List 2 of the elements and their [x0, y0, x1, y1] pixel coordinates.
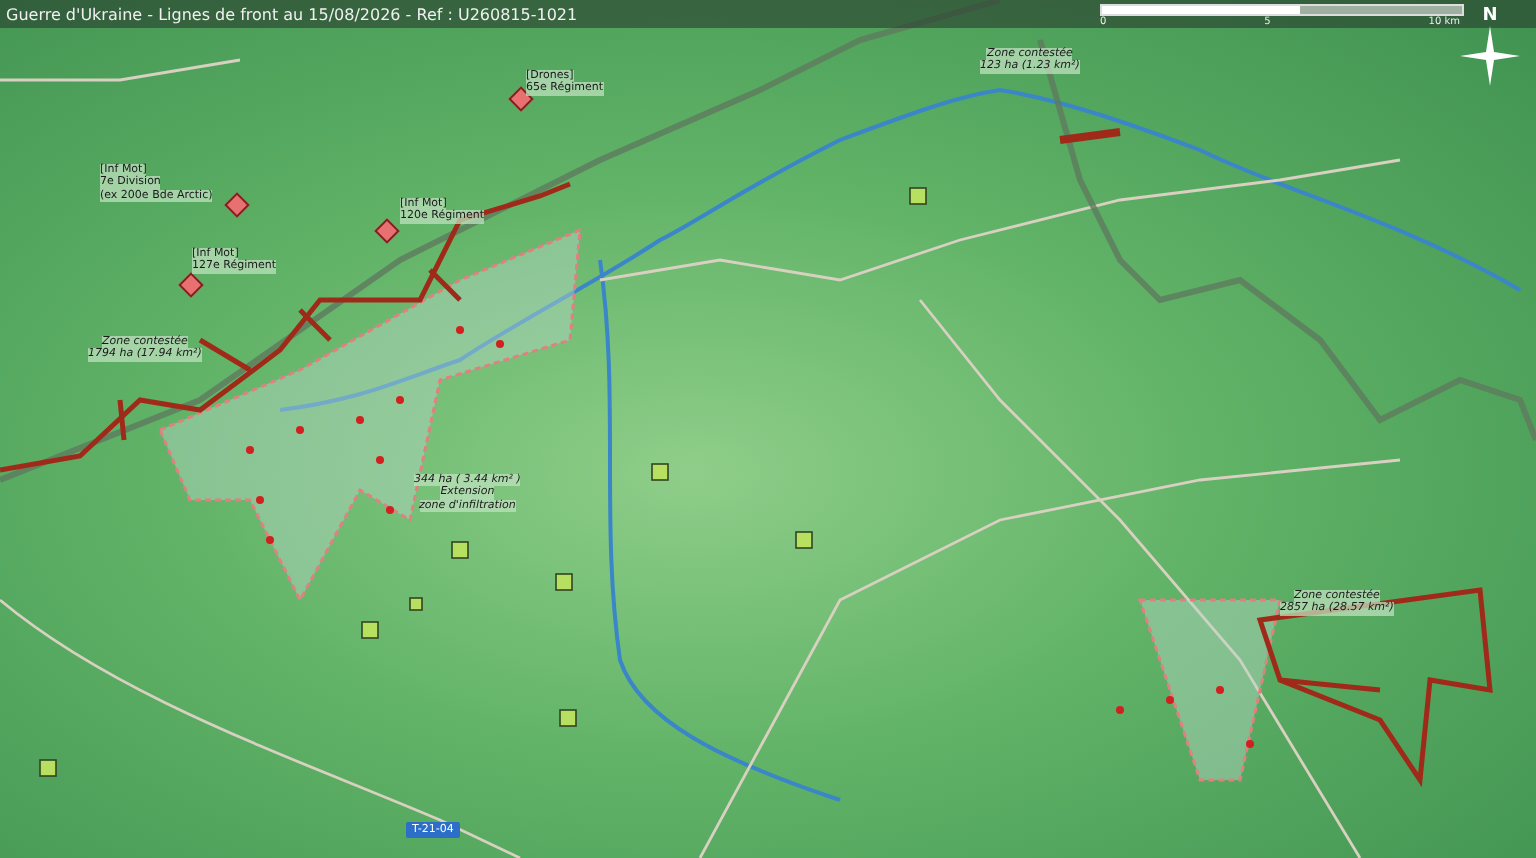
compass-label: N: [1482, 6, 1498, 26]
map-title: Guerre d'Ukraine - Lignes de front au 15/08/2026 - Ref : U260815-1021: [4, 5, 578, 23]
